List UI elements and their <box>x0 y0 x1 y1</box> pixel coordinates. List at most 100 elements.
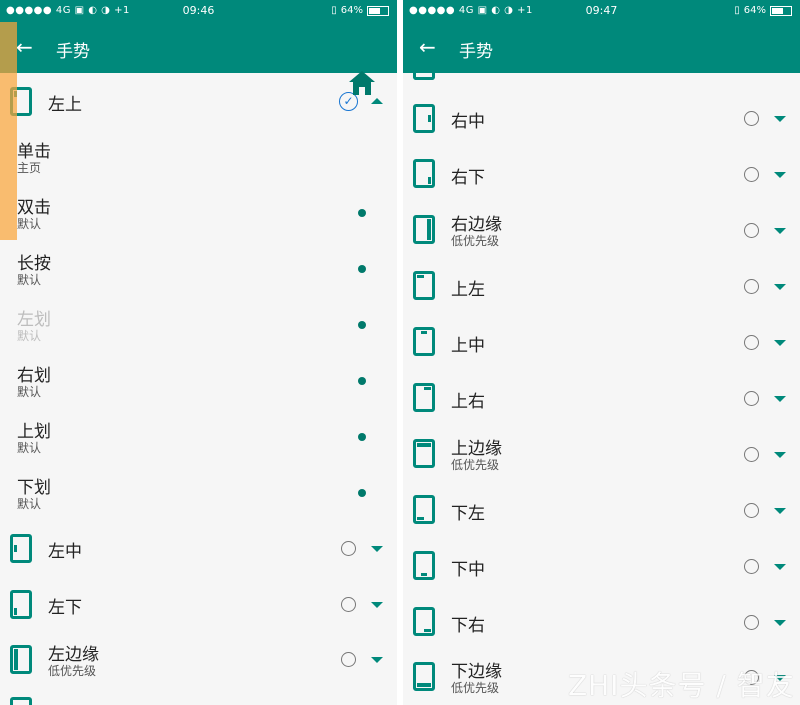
status-right: ▯ 64% <box>331 5 389 16</box>
gesture-row-bottom-middle[interactable]: 下中 <box>403 538 800 594</box>
action-dot-indicator <box>358 209 366 217</box>
radio-unchecked[interactable] <box>744 111 759 126</box>
touch-highlight-overlay <box>0 22 17 240</box>
top-left-zone-icon <box>413 271 435 300</box>
radio-unchecked[interactable] <box>744 223 759 238</box>
radio-unchecked[interactable] <box>341 597 356 612</box>
radio-unchecked[interactable] <box>744 503 759 518</box>
gesture-row-left-edge[interactable]: 左边缘 低优先级 <box>0 633 397 689</box>
page-title: 手势 <box>56 42 90 62</box>
gesture-row-label: 上左 <box>451 280 485 300</box>
gesture-row-top-right[interactable]: 上右 <box>403 370 800 426</box>
gesture-row-label: 下中 <box>451 560 485 580</box>
expand-caret-icon[interactable] <box>774 508 786 514</box>
bottom-right-zone-icon <box>413 607 435 636</box>
action-row[interactable]: 长按 默认 <box>0 241 397 297</box>
action-row[interactable]: 上划 默认 <box>0 409 397 465</box>
gesture-row-top-left[interactable]: 左上 ✓ <box>0 73 397 129</box>
gesture-row-right-bottom[interactable]: 右下 <box>403 146 800 202</box>
battery-percent: 64% <box>340 5 363 16</box>
expand-caret-icon[interactable] <box>774 228 786 234</box>
gesture-row-top-middle[interactable]: 上中 <box>403 314 800 370</box>
status-right: ▯ 64% <box>734 5 792 16</box>
right-middle-zone-icon <box>413 104 435 133</box>
action-dot-indicator <box>358 265 366 273</box>
gesture-row-top-left[interactable]: 上左 <box>403 258 800 314</box>
bottom-edge-zone-icon <box>413 662 435 691</box>
expand-caret-icon[interactable] <box>371 657 383 663</box>
action-row[interactable]: 单击 主页 <box>0 129 397 185</box>
expand-caret-icon[interactable] <box>774 396 786 402</box>
expand-caret-icon[interactable] <box>774 172 786 178</box>
radio-unchecked[interactable] <box>744 615 759 630</box>
expand-caret-icon[interactable] <box>774 116 786 122</box>
top-middle-zone-icon <box>413 327 435 356</box>
action-subtitle: 默认 <box>17 273 42 287</box>
watermark: ZHI头条号 / 智友 <box>568 669 795 702</box>
expand-caret-icon[interactable] <box>371 602 383 608</box>
gesture-row-subtitle: 低优先级 <box>451 681 500 695</box>
collapse-caret-icon[interactable] <box>371 98 383 104</box>
action-dot-indicator <box>358 321 366 329</box>
action-row[interactable]: 下划 默认 <box>0 465 397 521</box>
gesture-row-label: 下左 <box>451 504 485 524</box>
bottom-middle-zone-icon <box>413 551 435 580</box>
vibrate-icon: ▯ <box>734 5 740 16</box>
right-edge-zone-icon <box>413 215 435 244</box>
radio-unchecked[interactable] <box>744 391 759 406</box>
right-bottom-zone-icon <box>413 159 435 188</box>
radio-unchecked[interactable] <box>341 652 356 667</box>
status-bar: ●●●●● 4G ▣ ◐ ◑ +1 09:47 ▯ 64% <box>403 0 800 22</box>
top-right-zone-icon <box>413 383 435 412</box>
gesture-row-subtitle: 低优先级 <box>451 458 500 472</box>
radio-unchecked[interactable] <box>744 167 759 182</box>
expand-caret-icon[interactable] <box>774 564 786 570</box>
back-arrow-icon[interactable]: ← <box>419 36 436 58</box>
gesture-row-subtitle: 低优先级 <box>451 234 500 248</box>
gesture-row-right-middle[interactable]: 右中 <box>403 90 800 146</box>
expand-caret-icon[interactable] <box>774 284 786 290</box>
action-subtitle: 默认 <box>17 385 42 399</box>
action-dot-indicator <box>358 377 366 385</box>
expand-caret-icon[interactable] <box>774 340 786 346</box>
app-bar: ← 手势 <box>0 22 397 73</box>
gesture-row-left-middle[interactable]: 左中 <box>0 521 397 577</box>
action-row[interactable]: 右划 默认 <box>0 353 397 409</box>
gesture-row-label: 右下 <box>451 168 485 188</box>
gesture-row-label: 左上 <box>48 95 82 115</box>
expand-caret-icon[interactable] <box>371 546 383 552</box>
action-dot-indicator <box>358 489 366 497</box>
battery-percent: 64% <box>743 5 766 16</box>
radio-unchecked[interactable] <box>744 559 759 574</box>
gesture-row-bottom-right[interactable]: 下右 <box>403 594 800 650</box>
gesture-row-bottom-left[interactable]: 下左 <box>403 482 800 538</box>
radio-unchecked[interactable] <box>744 279 759 294</box>
radio-unchecked[interactable] <box>744 447 759 462</box>
top-edge-zone-icon <box>413 439 435 468</box>
back-arrow-icon[interactable]: ← <box>16 36 33 58</box>
gesture-row-label: 上中 <box>451 336 485 356</box>
expand-caret-icon[interactable] <box>774 620 786 626</box>
left-phone-screen: ●●●●● 4G ▣ ◐ ◑ +1 09:46 ▯ 64% ← 手势 左上 ✓ 单… <box>0 0 397 705</box>
right-phone-screen: ●●●●● 4G ▣ ◐ ◑ +1 09:47 ▯ 64% ← 手势 右中 右下 … <box>403 0 800 705</box>
radio-unchecked[interactable] <box>341 541 356 556</box>
partial-zone-icon <box>413 60 435 80</box>
gesture-row-left-bottom[interactable]: 左下 <box>0 577 397 633</box>
action-row[interactable]: 双击 默认 <box>0 185 397 241</box>
action-dot-indicator <box>358 433 366 441</box>
action-subtitle: 默认 <box>17 329 42 343</box>
left-middle-zone-icon <box>10 534 32 563</box>
gesture-row-top-edge[interactable]: 上边缘 低优先级 <box>403 426 800 482</box>
gesture-row-right-edge[interactable]: 右边缘 低优先级 <box>403 202 800 258</box>
expand-caret-icon[interactable] <box>774 452 786 458</box>
battery-icon <box>367 5 389 16</box>
battery-icon <box>770 5 792 16</box>
home-icon[interactable] <box>348 70 376 96</box>
gesture-row-label: 右中 <box>451 112 485 132</box>
gesture-row-label: 左中 <box>48 542 82 562</box>
left-bottom-zone-icon <box>10 590 32 619</box>
action-subtitle: 主页 <box>17 161 42 175</box>
status-bar: ●●●●● 4G ▣ ◐ ◑ +1 09:46 ▯ 64% <box>0 0 397 22</box>
left-edge-zone-icon <box>10 645 32 674</box>
radio-unchecked[interactable] <box>744 335 759 350</box>
